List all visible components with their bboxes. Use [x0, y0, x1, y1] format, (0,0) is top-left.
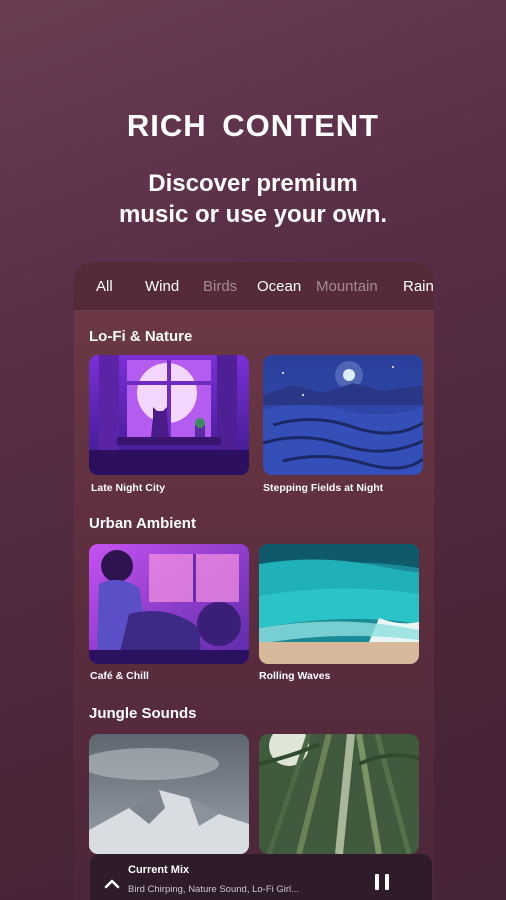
category-tabs: All Wind Birds Ocean Mountain Rain: [74, 262, 434, 310]
tab-mountain[interactable]: Mountain: [316, 278, 378, 295]
turquoise-waves-artwork: [259, 544, 419, 664]
tab-rain[interactable]: Rain: [403, 278, 434, 295]
section-title: Lo-Fi & Nature: [89, 328, 193, 345]
tab-all[interactable]: All: [96, 278, 113, 295]
section-title: Urban Ambient: [89, 515, 196, 532]
misty-mountain-artwork: [89, 734, 249, 854]
card-misty-mountain[interactable]: [89, 734, 249, 854]
lofi-girl-window-artwork: [89, 544, 249, 664]
card-rolling-waves[interactable]: [259, 544, 419, 664]
promo-headline: RICH CONTENT: [126, 108, 380, 143]
player-title: Current Mix: [128, 864, 190, 876]
bamboo-forest-artwork: [259, 734, 419, 854]
promo-subline: Discover premium music or use your own.: [0, 168, 506, 230]
tab-ocean[interactable]: Ocean: [257, 278, 301, 295]
purple-window-cat-artwork: [89, 355, 249, 475]
promo-subline-line-2: music or use your own.: [118, 201, 388, 228]
promo-subline-line-1: Discover premium: [148, 170, 358, 197]
night-rice-terraces-artwork: [263, 355, 423, 475]
card-label: Stepping Fields at Night: [263, 482, 384, 494]
card-label: Rolling Waves: [259, 670, 331, 682]
card-cafe-chill[interactable]: [89, 544, 249, 664]
chevron-up-icon[interactable]: [102, 874, 122, 894]
pause-icon[interactable]: [372, 872, 392, 892]
card-label: Late Night City: [91, 482, 166, 494]
tab-wind[interactable]: Wind: [145, 278, 179, 295]
card-label: Café & Chill: [90, 670, 149, 682]
tab-birds[interactable]: Birds: [203, 278, 237, 295]
section-title: Jungle Sounds: [89, 705, 197, 722]
mini-player[interactable]: Current Mix Bird Chirping, Nature Sound,…: [90, 854, 432, 900]
card-bamboo-forest[interactable]: [259, 734, 419, 854]
card-stepping-fields[interactable]: [263, 355, 423, 475]
app-screen: All Wind Birds Ocean Mountain Rain Lo-Fi…: [74, 262, 434, 900]
player-subtitle: Bird Chirping, Nature Sound, Lo-Fi Girl.…: [128, 884, 300, 895]
card-late-night-city[interactable]: [89, 355, 249, 475]
